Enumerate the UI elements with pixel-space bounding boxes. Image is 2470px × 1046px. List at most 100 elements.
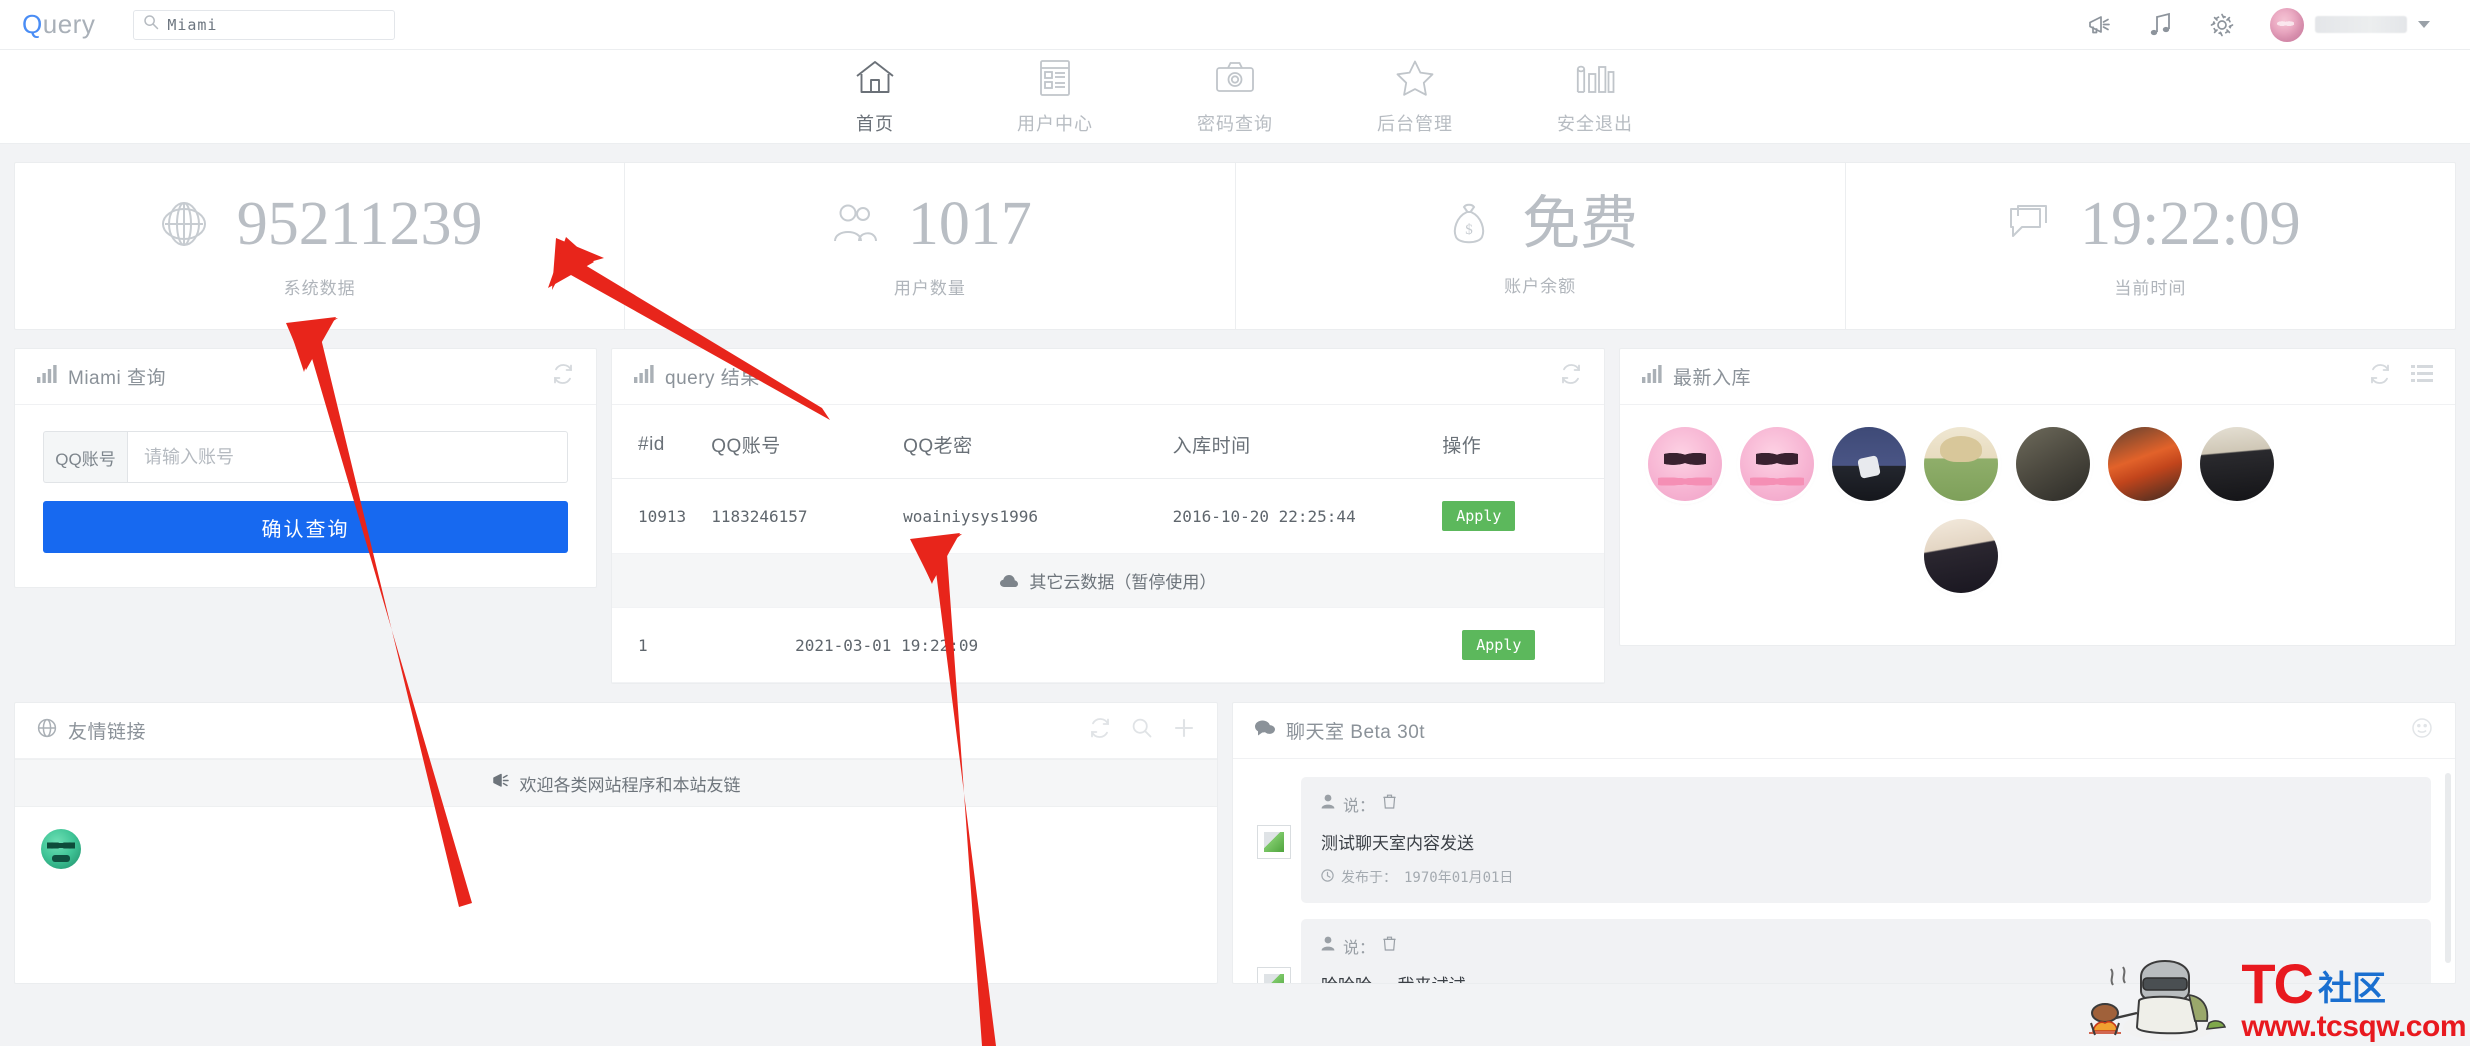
chat-messages[interactable]: 说： 测试聊天室内容发送 发布于： 1970年01月01日 说： <box>1233 759 2455 983</box>
links-notice: 欢迎各类网站程序和本站友链 <box>15 759 1217 807</box>
nav-item-user-center[interactable]: 用户中心 <box>996 58 1114 136</box>
music-icon[interactable] <box>2148 11 2174 39</box>
separator-cell: 其它云数据（暂停使用） <box>612 553 1604 608</box>
result-panel-header: query 结果 <box>612 349 1604 405</box>
chat-message: 说： 测试聊天室内容发送 发布于： 1970年01月01日 <box>1257 777 2431 903</box>
cell-id: 10913 <box>612 478 712 554</box>
emoji-icon[interactable] <box>2411 717 2433 744</box>
user-menu[interactable] <box>2270 7 2430 42</box>
latest-panel-header: 最新入库 <box>1620 349 2455 405</box>
results-table-body: 10913 1183246157 woainiysys1996 2016-10-… <box>612 478 1604 683</box>
avatar[interactable] <box>2270 7 2304 42</box>
chart-bars-icon <box>37 364 57 389</box>
result-panel-title: query 结果 <box>634 363 760 390</box>
search-icon[interactable] <box>1131 717 1153 744</box>
search-input-value[interactable]: Miami <box>167 16 217 34</box>
chart-bars-icon <box>1574 58 1616 103</box>
cell-qq: 1183246157 <box>711 478 904 554</box>
stat-card-balance: $ 免费 账户余额 <box>1236 163 1846 329</box>
cell-password: woainiysys1996 <box>903 478 1173 554</box>
stat-value: 1017 <box>907 190 1032 258</box>
globe-icon <box>157 197 211 251</box>
avatar-thumb[interactable] <box>1832 427 1906 501</box>
announce-icon <box>492 772 511 794</box>
message-says: 说： <box>1343 798 1376 815</box>
panel-title-text: 聊天室 Beta 30t <box>1286 722 1426 743</box>
list-icon[interactable] <box>2411 364 2433 389</box>
panel-title-text: Miami 查询 <box>68 368 166 389</box>
query-panel-title: Miami 查询 <box>37 363 166 390</box>
stat-value: 免费 <box>1522 191 1639 256</box>
plus-icon[interactable] <box>1173 717 1195 744</box>
refresh-icon[interactable] <box>1560 363 1582 390</box>
globe-small-icon <box>37 718 57 744</box>
avatar-thumb[interactable] <box>1648 427 1722 501</box>
trash-icon[interactable] <box>1383 936 1396 956</box>
nav-item-admin[interactable]: 后台管理 <box>1356 58 1474 136</box>
brand-logo[interactable]: QQueryuery <box>22 9 95 40</box>
top-bar: QQueryuery Miami <box>0 0 2470 50</box>
star-icon <box>1394 58 1436 103</box>
table-row[interactable]: 1 2021-03-01 19:22:09 Apply <box>612 607 1604 683</box>
latest-panel: 最新入库 <box>1619 348 2456 646</box>
user-icon <box>1321 936 1335 956</box>
avatar-thumb[interactable] <box>2016 427 2090 501</box>
apply-button[interactable]: Apply <box>1442 501 1516 531</box>
watermark-mascot-icon <box>2089 960 2227 1042</box>
nav-item-logout[interactable]: 安全退出 <box>1536 58 1654 136</box>
stat-label: 系统数据 <box>283 279 356 298</box>
panel-title-text: query 结果 <box>665 368 760 389</box>
stats-bar: 95211239 系统数据 1017 用户数量 $ 免费 账户余额 19:22:… <box>14 162 2456 330</box>
avatar-thumb[interactable] <box>1740 427 1814 501</box>
query-panel-tools <box>552 363 574 390</box>
refresh-icon[interactable] <box>552 363 574 390</box>
nav-label: 首页 <box>856 113 894 134</box>
chat-panel-title: 聊天室 Beta 30t <box>1255 717 1425 744</box>
avatar-thumb[interactable] <box>1924 519 1998 593</box>
results-table: #id QQ账号 QQ老密 入库时间 操作 10913 1183246157 w… <box>612 405 1604 683</box>
megaphone-icon[interactable] <box>2086 11 2114 39</box>
refresh-icon[interactable] <box>2369 363 2391 390</box>
nav-label: 用户中心 <box>1017 113 1093 134</box>
avatar-thumb[interactable] <box>2108 427 2182 501</box>
nav-label: 后台管理 <box>1377 113 1453 134</box>
col-action: 操作 <box>1442 405 1604 479</box>
links-notice-text: 欢迎各类网站程序和本站友链 <box>519 775 741 795</box>
table-row[interactable]: 10913 1183246157 woainiysys1996 2016-10-… <box>612 478 1604 554</box>
submit-query-button[interactable]: 确认查询 <box>43 501 568 553</box>
apply-button[interactable]: Apply <box>1462 630 1536 660</box>
chat-scrollbar[interactable] <box>2445 773 2451 963</box>
cell-time: 2016-10-20 22:25:44 <box>1172 478 1443 554</box>
user-icon <box>1321 794 1335 814</box>
links-panel: 友情链接 欢迎各类网站程序和本站友链 <box>14 702 1218 984</box>
message-time-prefix: 发布于： <box>1341 870 1397 886</box>
trash-icon[interactable] <box>1383 794 1396 814</box>
top-right-actions <box>2086 7 2448 42</box>
avatar-thumb[interactable] <box>1924 427 1998 501</box>
stat-label: 账户余额 <box>1504 277 1577 296</box>
nav-label: 安全退出 <box>1557 113 1633 134</box>
nav-item-home[interactable]: 首页 <box>816 58 934 136</box>
col-time: 入库时间 <box>1172 405 1443 479</box>
watermark: TC 社区 www.tcsqw.com <box>2081 955 2466 1044</box>
qq-account-input[interactable] <box>127 431 568 483</box>
message-bubble: 说： 测试聊天室内容发送 发布于： 1970年01月01日 <box>1301 777 2431 903</box>
gear-icon[interactable] <box>2208 11 2236 39</box>
watermark-url: www.tcsqw.com <box>2241 1010 2466 1043</box>
money-bag-icon: $ <box>1442 197 1496 251</box>
cell-id: 1 <box>612 607 712 683</box>
cloud-icon <box>999 573 1023 592</box>
stats-section: 95211239 系统数据 1017 用户数量 $ 免费 账户余额 19:22:… <box>0 144 2470 330</box>
chat-panel-tools <box>2411 717 2433 744</box>
nav-item-password-query[interactable]: 密码查询 <box>1176 58 1294 136</box>
avatar-thumb[interactable] <box>2200 427 2274 501</box>
users-icon <box>828 197 882 251</box>
chevron-down-icon[interactable] <box>2418 21 2430 28</box>
message-header: 说： <box>1321 792 2411 816</box>
global-search[interactable]: Miami <box>133 9 396 40</box>
refresh-icon[interactable] <box>1089 717 1111 744</box>
app-root: QQueryuery Miami <box>0 0 2470 1046</box>
panel-title-text: 最新入库 <box>1673 368 1752 389</box>
link-avatar[interactable] <box>41 829 81 869</box>
latest-avatars <box>1620 405 2455 623</box>
